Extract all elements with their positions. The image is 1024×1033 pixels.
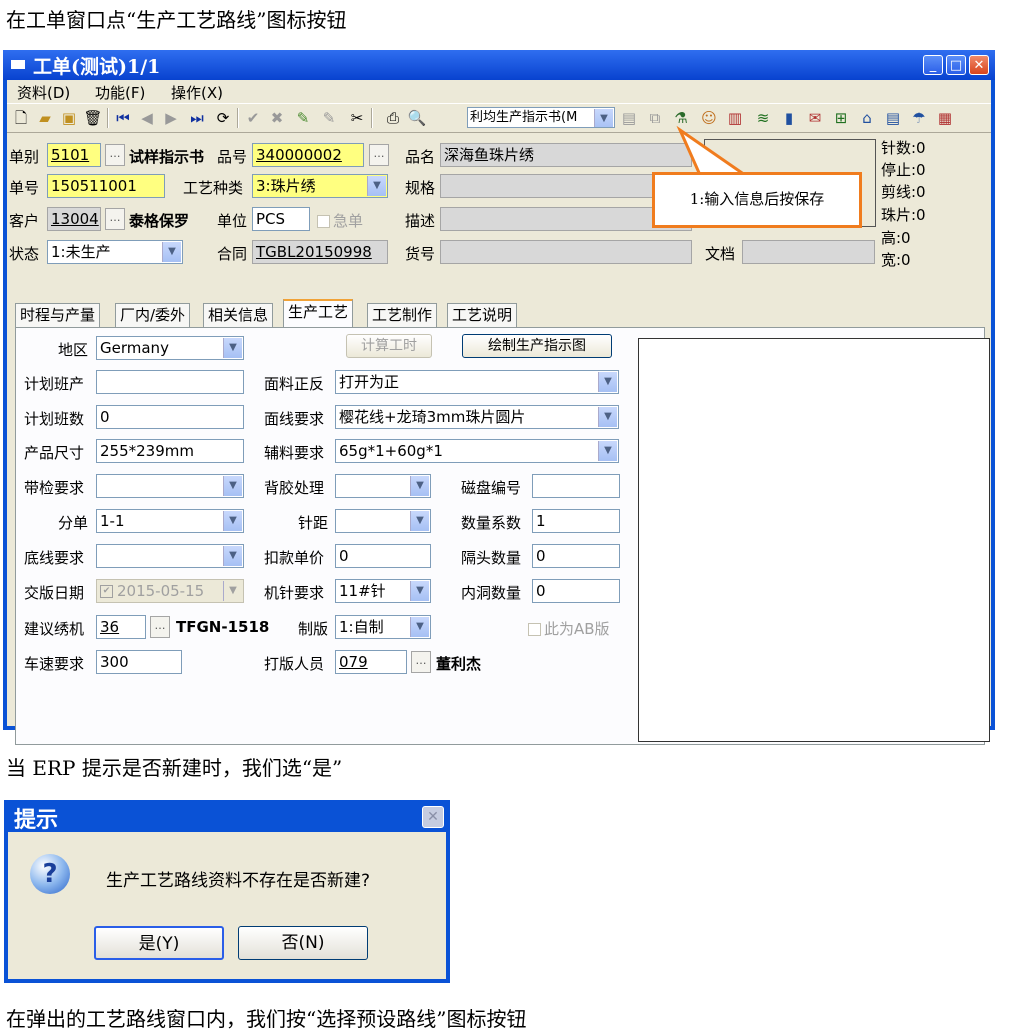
dialog-body: ? 生产工艺路线资料不存在是否新建? 是(Y) 否(N) bbox=[8, 832, 446, 979]
dialog-message: 生产工艺路线资料不存在是否新建? bbox=[106, 871, 371, 891]
dialog-title: 提示 bbox=[14, 807, 59, 833]
close-icon[interactable]: ✕ bbox=[422, 806, 444, 828]
no-button[interactable]: 否(N) bbox=[238, 926, 368, 960]
callout-box: 1:输入信息后按保存 bbox=[652, 172, 862, 228]
confirm-dialog: 提示 ✕ ? 生产工艺路线资料不存在是否新建? 是(Y) 否(N) bbox=[4, 800, 450, 983]
question-icon: ? bbox=[30, 854, 70, 894]
yes-button[interactable]: 是(Y) bbox=[94, 926, 224, 960]
caption-step2: 当 ERP 提示是否新建时，我们选“是” bbox=[6, 756, 343, 780]
caption-step3: 在弹出的工艺路线窗口内，我们按“选择预设路线”图标按钮 bbox=[6, 1007, 527, 1031]
